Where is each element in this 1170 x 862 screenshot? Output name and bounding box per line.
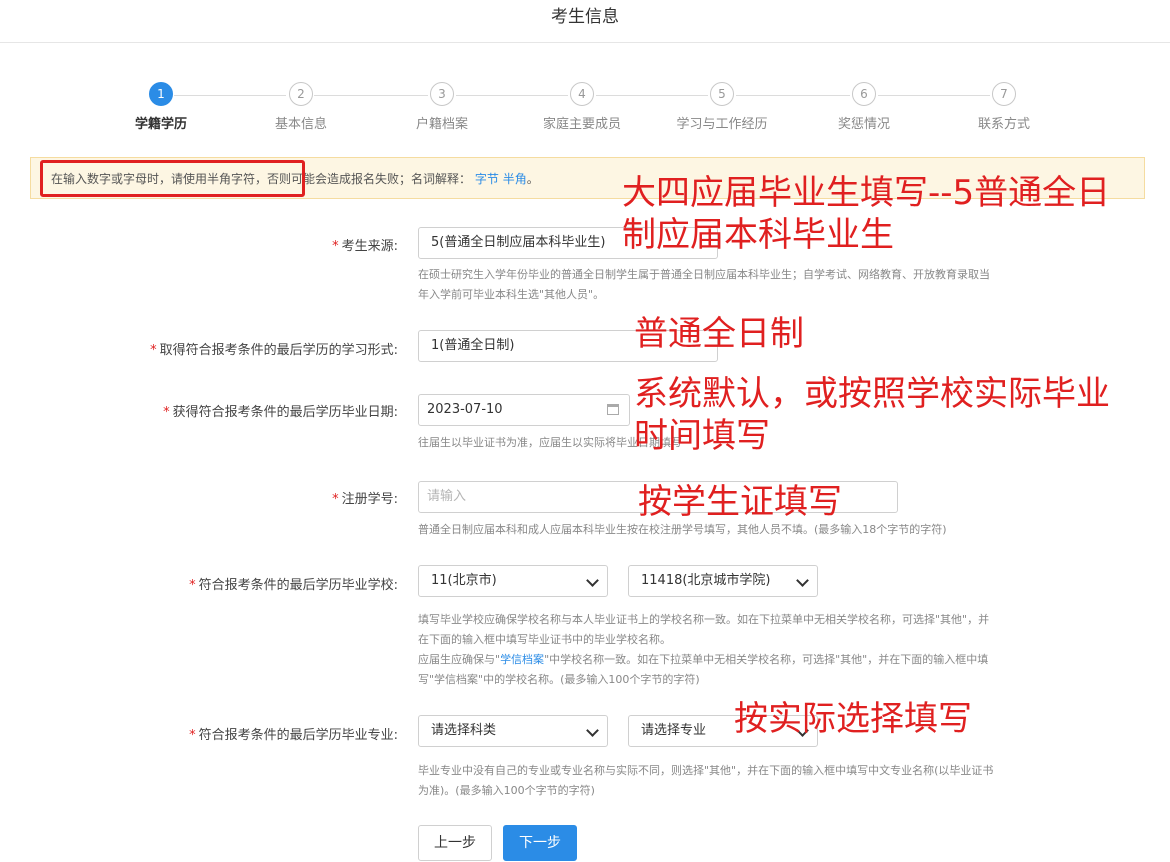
annotation-study-form: 普通全日制 — [634, 314, 804, 354]
label-text: 获得符合报考条件的最后学历毕业日期: — [172, 405, 398, 420]
label-text: 注册学号: — [341, 492, 398, 507]
annotation-line: 制应届本科毕业生 — [622, 215, 894, 255]
step-family[interactable]: 4 家庭主要成员 — [522, 82, 642, 132]
required-mark: * — [332, 239, 339, 254]
help-line: 应届生应确保与"学信档案"中学校名称一致。如在下拉菜单中无相关学校名称，可选择"… — [418, 650, 1048, 670]
annotation-line: 系统默认，或按照学校实际毕业 — [634, 374, 1110, 414]
annotation-grad-date: 系统默认，或按照学校实际毕业 时间填写 — [634, 373, 1110, 457]
selected-value: 11(北京市) — [431, 573, 497, 588]
step-number: 3 — [430, 82, 454, 106]
step-number: 7 — [992, 82, 1016, 106]
step-label: 家庭主要成员 — [542, 117, 621, 132]
progress-steps: 1 学籍学历 2 基本信息 3 户籍档案 4 家庭主要成员 5 学习与工作经历 … — [0, 82, 1170, 134]
selected-value: 请选择科类 — [431, 723, 497, 738]
page-title: 考生信息 — [551, 7, 619, 27]
step-basic-info[interactable]: 2 基本信息 — [241, 82, 361, 132]
annotation-source: 大四应届毕业生填写--5普通全日 制应届本科毕业生 — [622, 172, 1110, 256]
major-help: 毕业专业中没有自己的专业或专业名称与实际不同，则选择"其他"，并在下面的输入框中… — [418, 761, 1048, 801]
school-help: 填写毕业学校应确保学校名称与本人毕业证书上的学校名称一致。如在下拉菜单中无相关学… — [418, 610, 1048, 690]
field-label-school: * 符合报考条件的最后学历毕业学校: — [28, 574, 398, 593]
help-line: 普通全日制应届本科和成人应届本科毕业生按在校注册学号填写，其他人员不填。(最多输… — [418, 523, 947, 536]
step-label: 联系方式 — [977, 117, 1030, 132]
label-text: 符合报考条件的最后学历毕业学校: — [198, 578, 398, 593]
required-mark: * — [332, 492, 339, 507]
page-header: 考生信息 — [0, 0, 1170, 43]
step-xueji-xueli[interactable]: 1 学籍学历 — [101, 82, 221, 132]
notice-end: 。 — [526, 172, 539, 186]
step-label: 户籍档案 — [415, 117, 468, 132]
step-experience[interactable]: 5 学习与工作经历 — [662, 82, 782, 132]
label-text: 考生来源: — [341, 239, 398, 254]
help-line: 在硕士研究生入学年份毕业的普通全日制学生属于普通全日制应届本科毕业生；自学考试、… — [418, 268, 990, 281]
annotation-reg-no: 按学生证填写 — [638, 482, 842, 522]
step-label: 基本信息 — [274, 117, 327, 132]
help-line: 为准)。(最多输入100个字节的字符) — [418, 784, 595, 797]
date-value: 2023-07-10 — [427, 402, 503, 417]
step-number: 2 — [289, 82, 313, 106]
label-text: 符合报考条件的最后学历毕业专业: — [198, 728, 398, 743]
chevron-down-icon — [796, 574, 809, 587]
step-label: 奖惩情况 — [837, 117, 890, 132]
required-mark: * — [150, 343, 157, 358]
step-household[interactable]: 3 户籍档案 — [382, 82, 502, 132]
major-category-select[interactable]: 请选择科类 — [418, 715, 608, 747]
placeholder-text: 请输入 — [427, 489, 467, 504]
step-number: 4 — [570, 82, 594, 106]
step-contact[interactable]: 7 联系方式 — [944, 82, 1064, 132]
step-rewards[interactable]: 6 奖惩情况 — [804, 82, 924, 132]
selected-value: 1(普通全日制) — [431, 338, 515, 353]
required-mark: * — [189, 578, 196, 593]
label-text: 取得符合报考条件的最后学历的学习形式: — [159, 343, 398, 358]
chevron-down-icon — [586, 724, 599, 737]
highlight-box — [40, 160, 305, 197]
help-line: 填写毕业学校应确保学校名称与本人毕业证书上的学校名称一致。如在下拉菜单中无相关学… — [418, 613, 990, 626]
help-text: 应届生应确保与" — [418, 653, 501, 666]
next-button[interactable]: 下一步 — [503, 825, 577, 861]
reg-no-help: 普通全日制应届本科和成人应届本科毕业生按在校注册学号填写，其他人员不填。(最多输… — [418, 520, 1048, 540]
link-xuexin-archive[interactable]: 学信档案 — [500, 653, 544, 666]
selected-value: 请选择专业 — [641, 723, 707, 738]
chevron-down-icon — [586, 574, 599, 587]
annotation-line: 时间填写 — [634, 416, 770, 456]
step-number: 1 — [149, 82, 173, 106]
field-label-grad-date: * 获得符合报考条件的最后学历毕业日期: — [28, 401, 398, 420]
help-line: 写"学信档案"中的学校名称。(最多输入100个字节的字符) — [418, 673, 700, 686]
field-label-study-form: * 取得符合报考条件的最后学历的学习形式: — [28, 339, 398, 358]
required-mark: * — [189, 728, 196, 743]
grad-date-input[interactable]: 2023-07-10 — [418, 394, 630, 426]
field-label-major: * 符合报考条件的最后学历毕业专业: — [28, 724, 398, 743]
selected-value: 11418(北京城市学院) — [641, 573, 771, 588]
help-line: 在下面的输入框中填写毕业证书中的毕业学校名称。 — [418, 633, 671, 646]
help-line: 毕业专业中没有自己的专业或专业名称与实际不同，则选择"其他"，并在下面的输入框中… — [418, 764, 994, 777]
field-label-reg-no: * 注册学号: — [28, 488, 398, 507]
step-label: 学习与工作经历 — [676, 117, 768, 132]
annotation-major: 按实际选择填写 — [734, 699, 972, 739]
link-half-width[interactable]: 半角 — [503, 172, 527, 186]
link-byte[interactable]: 字节 — [475, 172, 499, 186]
source-help: 在硕士研究生入学年份毕业的普通全日制学生属于普通全日制应届本科毕业生；自学考试、… — [418, 265, 1048, 305]
school-province-select[interactable]: 11(北京市) — [418, 565, 608, 597]
field-label-source: * 考生来源: — [28, 235, 398, 254]
calendar-icon[interactable] — [607, 404, 619, 415]
selected-value: 5(普通全日制应届本科毕业生) — [431, 235, 606, 250]
step-number: 5 — [710, 82, 734, 106]
prev-button[interactable]: 上一步 — [418, 825, 492, 861]
step-label: 学籍学历 — [134, 117, 187, 132]
required-mark: * — [163, 405, 170, 420]
help-text: "中学校名称一致。如在下拉菜单中无相关学校名称，可选择"其他"，并在下面的输入框… — [544, 653, 989, 666]
annotation-line: 大四应届毕业生填写--5普通全日 — [622, 173, 1111, 213]
help-line: 年入学前可毕业本科生选"其他人员"。 — [418, 288, 605, 301]
school-select[interactable]: 11418(北京城市学院) — [628, 565, 818, 597]
step-number: 6 — [852, 82, 876, 106]
